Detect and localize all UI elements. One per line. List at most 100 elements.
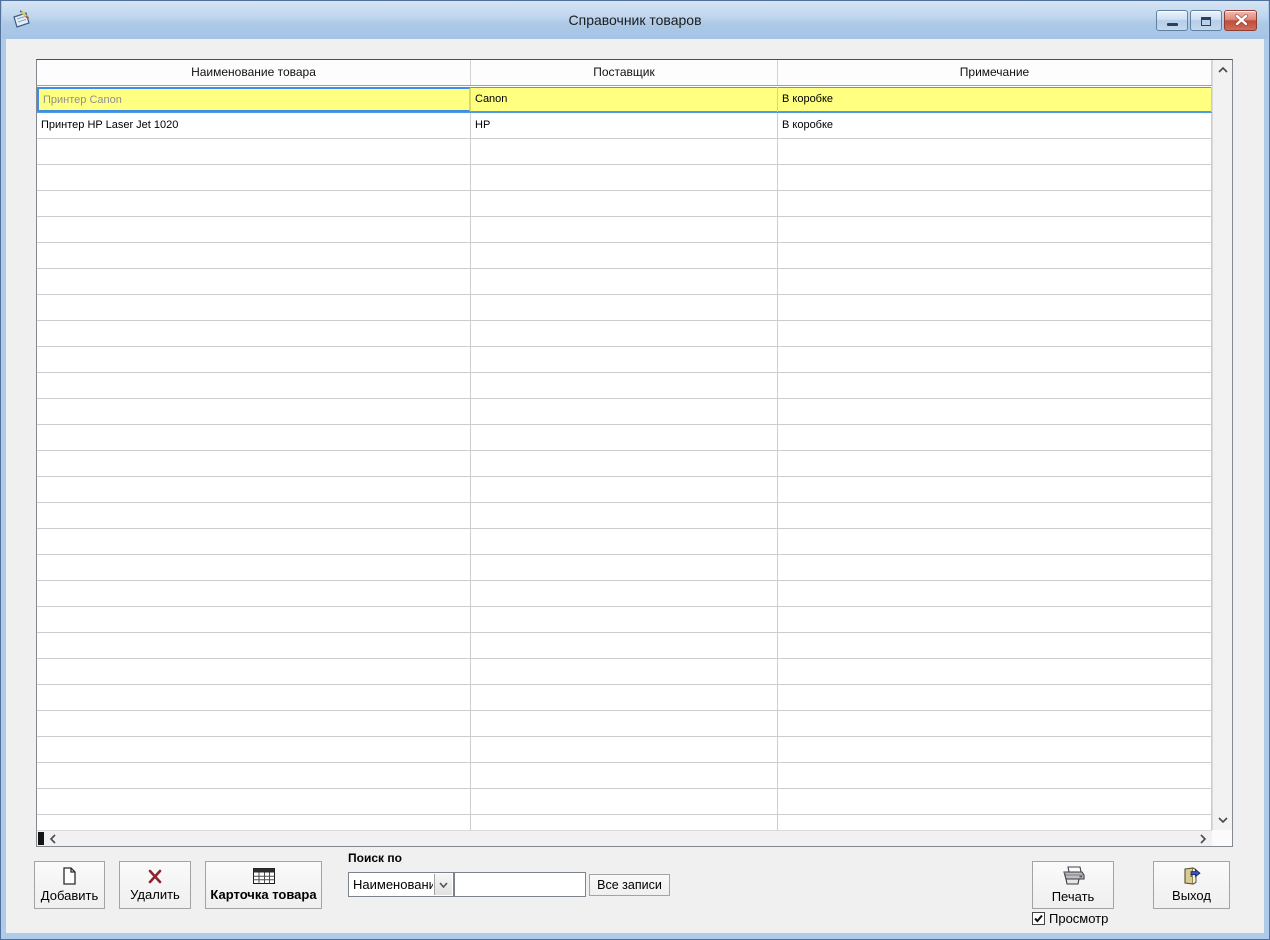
- chevron-down-icon[interactable]: [1213, 812, 1232, 828]
- table-cell[interactable]: [37, 789, 471, 814]
- table-cell[interactable]: [37, 191, 471, 216]
- table-cell[interactable]: [778, 269, 1212, 294]
- table-cell[interactable]: [471, 633, 778, 658]
- table-cell[interactable]: [471, 477, 778, 502]
- table-row[interactable]: [37, 425, 1212, 451]
- table-cell[interactable]: [37, 373, 471, 398]
- table-cell[interactable]: [778, 503, 1212, 528]
- table-cell[interactable]: [778, 477, 1212, 502]
- table-row[interactable]: [37, 581, 1212, 607]
- table-cell[interactable]: Принтер HP Laser Jet 1020: [37, 113, 471, 138]
- table-cell[interactable]: [778, 529, 1212, 554]
- table-cell[interactable]: [778, 165, 1212, 190]
- table-cell[interactable]: [471, 711, 778, 736]
- table-cell[interactable]: [471, 321, 778, 346]
- chevron-right-icon[interactable]: [1196, 831, 1210, 846]
- table-row[interactable]: [37, 321, 1212, 347]
- table-cell[interactable]: В коробке: [778, 87, 1212, 112]
- table-cell[interactable]: [37, 737, 471, 762]
- table-row[interactable]: [37, 529, 1212, 555]
- table-cell[interactable]: [471, 659, 778, 684]
- table-row[interactable]: [37, 295, 1212, 321]
- table-cell[interactable]: [471, 763, 778, 788]
- table-cell[interactable]: [778, 425, 1212, 450]
- table-cell[interactable]: [37, 243, 471, 268]
- table-cell[interactable]: [471, 425, 778, 450]
- table-cell[interactable]: [37, 477, 471, 502]
- table-row[interactable]: [37, 685, 1212, 711]
- table-cell[interactable]: [778, 685, 1212, 710]
- chevron-left-icon[interactable]: [46, 831, 60, 846]
- delete-button[interactable]: Удалить: [119, 861, 191, 909]
- table-cell[interactable]: [778, 399, 1212, 424]
- table-cell[interactable]: [778, 581, 1212, 606]
- table-cell[interactable]: [37, 217, 471, 242]
- maximize-button[interactable]: [1190, 10, 1222, 31]
- table-cell[interactable]: [37, 815, 471, 830]
- table-row[interactable]: [37, 269, 1212, 295]
- table-cell[interactable]: [37, 165, 471, 190]
- chevron-up-icon[interactable]: [1213, 62, 1232, 78]
- table-cell[interactable]: [37, 295, 471, 320]
- table-cell[interactable]: [778, 633, 1212, 658]
- table-cell[interactable]: [37, 659, 471, 684]
- table-cell[interactable]: [471, 581, 778, 606]
- print-button[interactable]: Печать: [1032, 861, 1114, 909]
- table-row[interactable]: Принтер HP Laser Jet 1020 HP В коробке: [37, 113, 1212, 139]
- table-row[interactable]: [37, 373, 1212, 399]
- table-cell[interactable]: Canon: [471, 87, 778, 112]
- title-bar[interactable]: Справочник товаров: [2, 1, 1268, 39]
- table-cell[interactable]: [471, 347, 778, 372]
- table-cell[interactable]: HP: [471, 113, 778, 138]
- add-button[interactable]: Добавить: [34, 861, 105, 909]
- table-row[interactable]: Принтер Canon Canon В коробке: [37, 87, 1212, 113]
- table-row[interactable]: [37, 763, 1212, 789]
- table-row[interactable]: [37, 815, 1212, 830]
- table-cell[interactable]: [37, 451, 471, 476]
- preview-checkbox[interactable]: [1032, 912, 1045, 925]
- table-cell[interactable]: [778, 321, 1212, 346]
- table-row[interactable]: [37, 607, 1212, 633]
- table-row[interactable]: [37, 737, 1212, 763]
- table-cell[interactable]: [471, 191, 778, 216]
- search-field-select[interactable]: Наименованию: [348, 872, 454, 897]
- table-cell[interactable]: [37, 503, 471, 528]
- table-cell[interactable]: [471, 295, 778, 320]
- table-cell[interactable]: [778, 659, 1212, 684]
- all-records-button[interactable]: Все записи: [589, 874, 670, 896]
- table-cell[interactable]: [778, 711, 1212, 736]
- table-row[interactable]: [37, 347, 1212, 373]
- table-cell[interactable]: В коробке: [778, 113, 1212, 138]
- close-button[interactable]: [1224, 10, 1257, 31]
- table-cell[interactable]: Принтер Canon: [37, 87, 471, 112]
- scrollbar-thumb[interactable]: [38, 832, 44, 845]
- table-row[interactable]: [37, 503, 1212, 529]
- table-cell[interactable]: [37, 425, 471, 450]
- table-cell[interactable]: [37, 685, 471, 710]
- table-cell[interactable]: [778, 347, 1212, 372]
- product-card-button[interactable]: Карточка товара: [205, 861, 322, 909]
- table-row[interactable]: [37, 217, 1212, 243]
- table-cell[interactable]: [37, 633, 471, 658]
- table-row[interactable]: [37, 789, 1212, 815]
- table-cell[interactable]: [37, 555, 471, 580]
- column-header[interactable]: Поставщик: [471, 60, 778, 85]
- table-cell[interactable]: [471, 529, 778, 554]
- table-cell[interactable]: [778, 737, 1212, 762]
- table-row[interactable]: [37, 243, 1212, 269]
- table-cell[interactable]: [471, 399, 778, 424]
- table-row[interactable]: [37, 711, 1212, 737]
- table-cell[interactable]: [471, 217, 778, 242]
- table-cell[interactable]: [778, 295, 1212, 320]
- table-cell[interactable]: [778, 815, 1212, 830]
- table-row[interactable]: [37, 191, 1212, 217]
- table-cell[interactable]: [37, 139, 471, 164]
- table-cell[interactable]: [471, 243, 778, 268]
- table-row[interactable]: [37, 659, 1212, 685]
- table-cell[interactable]: [37, 321, 471, 346]
- table-cell[interactable]: [471, 269, 778, 294]
- table-cell[interactable]: [471, 555, 778, 580]
- preview-checkbox-row[interactable]: Просмотр: [1032, 911, 1108, 926]
- table-cell[interactable]: [471, 685, 778, 710]
- table-cell[interactable]: [778, 555, 1212, 580]
